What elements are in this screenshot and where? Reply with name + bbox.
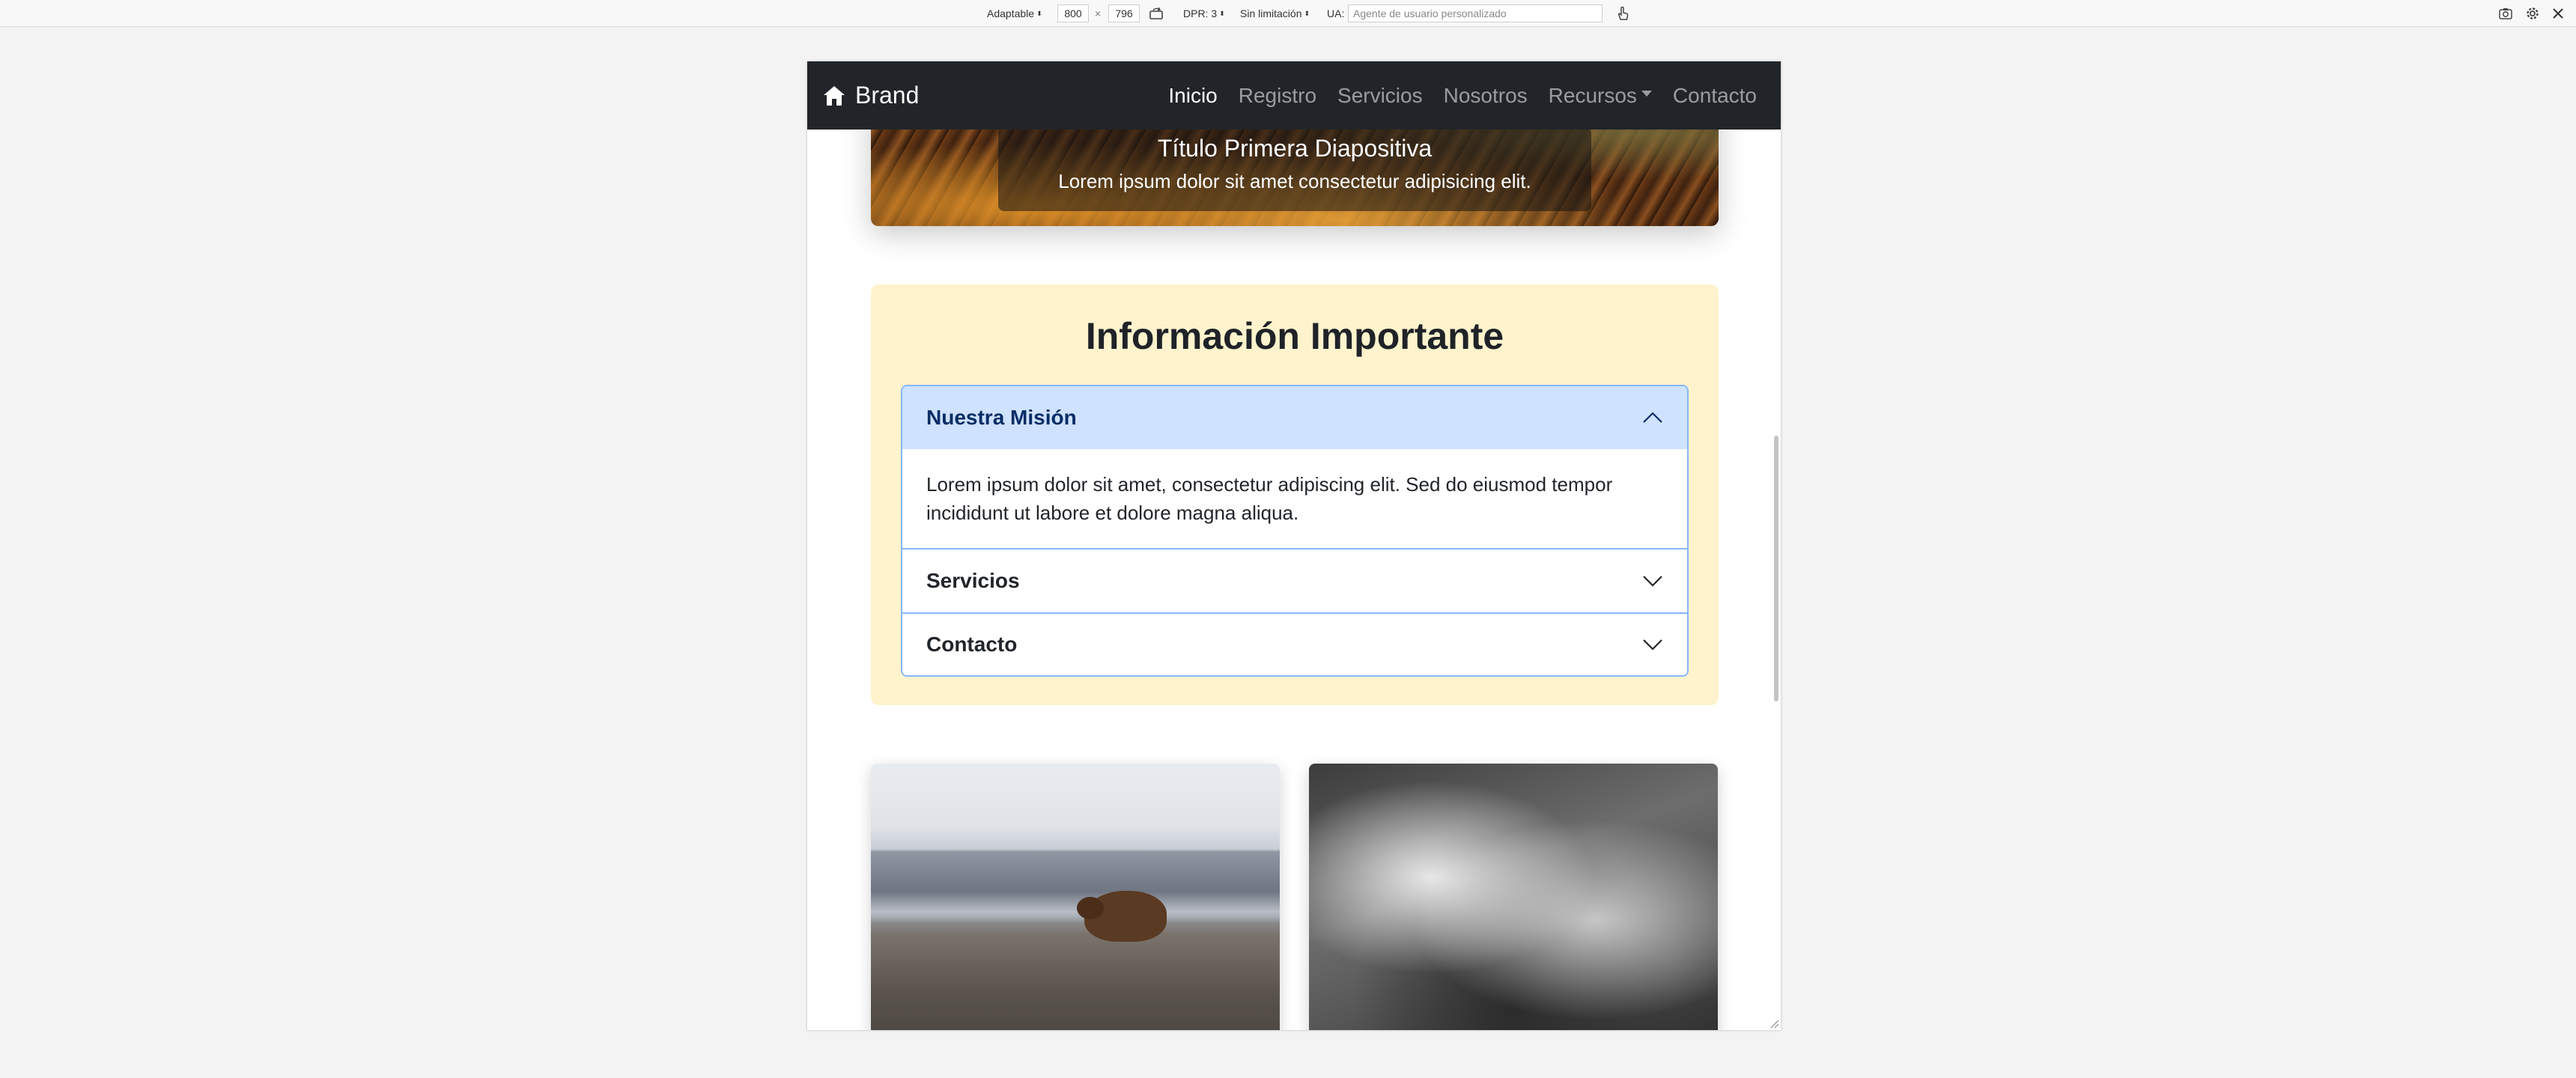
bear-head-shape — [1077, 897, 1104, 919]
chevron-down-icon — [1643, 639, 1662, 651]
navbar: Brand Inicio Registro Servicios Nosotros… — [807, 61, 1781, 130]
device-mode-select[interactable]: Adaptable ⬍ — [987, 0, 1042, 27]
nav-link-nosotros[interactable]: Nosotros — [1444, 84, 1528, 108]
carousel-text: Lorem ipsum dolor sit amet consectetur a… — [1058, 170, 1531, 192]
house-icon — [824, 85, 845, 106]
camera-icon — [2499, 8, 2512, 19]
accordion-header-servicios[interactable]: Servicios — [902, 549, 1687, 612]
nav-dropdown-label: Recursos — [1548, 83, 1637, 107]
width-value: 800 — [1064, 7, 1082, 19]
touch-icon — [1617, 6, 1629, 20]
accordion: Nuestra Misión Lorem ipsum dolor sit ame… — [901, 385, 1689, 677]
width-input[interactable]: 800 — [1057, 4, 1089, 22]
touch-simulation-button[interactable] — [1616, 0, 1629, 27]
emulated-viewport: Brand Inicio Registro Servicios Nosotros… — [807, 61, 1781, 1030]
ua-label: UA: — [1327, 7, 1345, 19]
accordion-header-mision[interactable]: Nuestra Misión — [902, 386, 1687, 449]
bear-photo — [871, 764, 1280, 1030]
accordion-item: Nuestra Misión Lorem ipsum dolor sit ame… — [902, 386, 1687, 549]
device-mode-label: Adaptable — [987, 7, 1035, 19]
accordion-header-label: Servicios — [926, 569, 1020, 592]
nav-link-contacto[interactable]: Contacto — [1673, 84, 1757, 108]
page-scrollbar[interactable] — [1772, 61, 1781, 1030]
device-toolbar: Adaptable ⬍ 800 × 796 DPR: 3 ⬍ Sin limitac… — [0, 0, 2576, 27]
throttle-label: Sin limitación — [1240, 7, 1302, 19]
height-value: 796 — [1115, 7, 1133, 19]
nav-link-servicios[interactable]: Servicios — [1337, 84, 1423, 108]
height-input[interactable]: 796 — [1108, 4, 1140, 22]
accordion-header-contacto[interactable]: Contacto — [902, 612, 1687, 675]
ua-input[interactable]: Agente de usuario personalizado — [1348, 4, 1603, 22]
brand-label: Brand — [855, 82, 920, 109]
ua-placeholder: Agente de usuario personalizado — [1353, 7, 1507, 19]
caret-down-icon — [1641, 90, 1652, 97]
chevron-down-icon — [1643, 576, 1662, 587]
scrollbar-thumb[interactable] — [1774, 436, 1778, 701]
accordion-item: Servicios — [902, 549, 1687, 612]
settings-button[interactable] — [2525, 0, 2540, 27]
accordion-header-label: Nuestra Misión — [926, 406, 1077, 429]
rotate-button[interactable] — [1149, 0, 1164, 27]
chevron-up-icon — [1643, 412, 1662, 423]
close-icon — [2553, 8, 2563, 19]
gear-icon — [2527, 7, 2539, 19]
nav-link-registro[interactable]: Registro — [1239, 84, 1316, 108]
resize-handle-icon[interactable] — [1767, 1017, 1779, 1029]
foggy-forest-photo — [1309, 764, 1718, 1030]
navbar-brand[interactable]: Brand — [822, 61, 919, 130]
updown-icon: ⬍ — [1219, 9, 1225, 17]
section-title: Información Importante — [1085, 315, 1504, 357]
updown-icon: ⬍ — [1304, 9, 1310, 17]
carousel-caption: Título Primera Diapositiva Lorem ipsum d… — [998, 127, 1591, 211]
dpr-label: DPR: 3 — [1183, 7, 1218, 19]
close-button[interactable] — [2552, 0, 2564, 27]
screenshot-button[interactable] — [2498, 0, 2513, 27]
accordion-item: Contacto — [902, 612, 1687, 675]
accordion-body: Lorem ipsum dolor sit amet, consectetur … — [902, 449, 1687, 549]
nav-link-inicio[interactable]: Inicio — [1168, 84, 1217, 108]
carousel-title: Título Primera Diapositiva — [1157, 135, 1433, 162]
nav-dropdown-recursos[interactable]: Recursos — [1549, 84, 1652, 108]
times-separator: × — [1095, 7, 1102, 19]
info-section: Información Importante Nuestra Misión Lo… — [871, 284, 1719, 705]
rotate-icon — [1149, 7, 1163, 19]
accordion-header-label: Contacto — [926, 633, 1018, 656]
updown-icon: ⬍ — [1036, 9, 1042, 17]
throttle-select[interactable]: Sin limitación ⬍ — [1240, 0, 1310, 27]
dpr-select[interactable]: DPR: 3 ⬍ — [1183, 0, 1225, 27]
nav-links: Inicio Registro Servicios Nosotros Recur… — [1147, 61, 1757, 130]
